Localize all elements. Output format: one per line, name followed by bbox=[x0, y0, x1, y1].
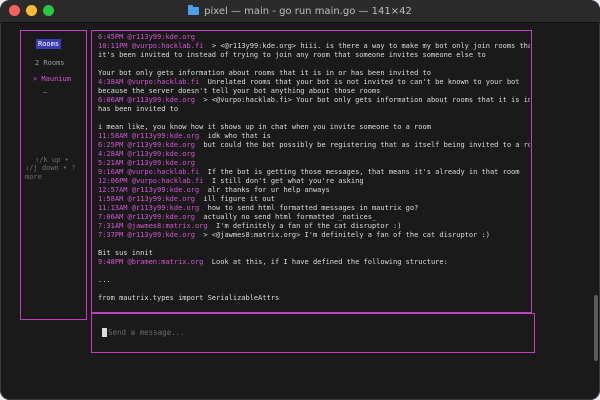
message-text: it's been invited to instead of trying t… bbox=[98, 51, 486, 59]
message-sender[interactable]: @vurpo:hacklab.fi bbox=[132, 177, 204, 185]
message-sender[interactable]: @r113y99:kde.org bbox=[128, 141, 195, 149]
message-timestamp: 9:16AM bbox=[98, 168, 124, 176]
message-timestamp: 12:06PM bbox=[98, 177, 128, 185]
window-title-area: pixel — main - go run main.go — 141×42 bbox=[0, 0, 600, 22]
message-line: 10:11PM @vurpo:hacklab.fi > <@r113y99:kd… bbox=[98, 42, 530, 51]
message-text: alr thanks for ur help anways bbox=[199, 186, 330, 194]
message-sender[interactable]: @r113y99:kde.org bbox=[132, 204, 199, 212]
room-sidebar: Rooms 2 Rooms > Maunium _ ↑/k up • ↓/j d… bbox=[20, 30, 87, 320]
message-line: Your bot only gets information about roo… bbox=[98, 69, 530, 78]
message-sender[interactable]: @r113y99:kde.org bbox=[132, 186, 199, 194]
message-timestamp: 9:48PM bbox=[98, 258, 124, 266]
message-sender[interactable]: @vurpo:hacklab.fi bbox=[128, 168, 200, 176]
message-timestamp: 7:31AM bbox=[98, 222, 124, 230]
text-cursor bbox=[102, 328, 107, 337]
message-input[interactable]: Send a message... bbox=[102, 328, 185, 337]
message-sender[interactable]: @bramen:matrix.org bbox=[128, 258, 204, 266]
message-timestamp: 12:57AM bbox=[98, 186, 128, 194]
message-line: 1:58AM @r113y99:kde.org ill figure it ou… bbox=[98, 195, 530, 204]
message-line: 7:06AM @r113y99:kde.org actually no send… bbox=[98, 213, 530, 222]
message-text: Unrelated rooms that your bot is not inv… bbox=[199, 78, 520, 86]
folder-icon bbox=[188, 5, 200, 15]
message-line: 9:16AM @vurpo:hacklab.fi If the bot is g… bbox=[98, 168, 530, 177]
message-text: idk who that is bbox=[199, 132, 271, 140]
message-line: 6:25PM @r113y99:kde.org but could the bo… bbox=[98, 141, 530, 150]
message-line: 4:38AM @vurpo:hacklab.fi Unrelated rooms… bbox=[98, 78, 530, 87]
message-line: from mautrix.types import SerializableAt… bbox=[98, 294, 530, 303]
message-sender[interactable]: @jawmes8:matrix.org bbox=[128, 222, 208, 230]
message-line: 12:06PM @vurpo:hacklab.fi I still don't … bbox=[98, 177, 530, 186]
message-sender[interactable]: @r113y99:kde.org bbox=[128, 33, 195, 41]
message-line: 11:58AM @r113y99:kde.org idk who that is bbox=[98, 132, 530, 141]
terminal-window: pixel — main - go run main.go — 141×42 R… bbox=[0, 0, 600, 400]
message-sender[interactable]: @r113y99:kde.org bbox=[132, 132, 199, 140]
message-timestamp: 10:11PM bbox=[98, 42, 128, 50]
message-timestamp: 1:58AM bbox=[98, 195, 124, 203]
message-text: I'm definitely a fan of the cat disrupto… bbox=[207, 222, 402, 230]
message-line: 12:57AM @r113y99:kde.org alr thanks for … bbox=[98, 186, 530, 195]
message-timestamp: 4:38AM bbox=[98, 78, 124, 86]
message-line: 11:13AM @r113y99:kde.org how to send htm… bbox=[98, 204, 530, 213]
message-line: ... bbox=[98, 276, 530, 285]
message-timestamp: 6:06AM bbox=[98, 96, 124, 104]
message-line: has been invited to bbox=[98, 105, 530, 114]
title-bar: pixel — main - go run main.go — 141×42 bbox=[0, 0, 600, 23]
message-placeholder: Send a message... bbox=[108, 328, 185, 337]
rooms-header: Rooms bbox=[36, 39, 62, 49]
message-text: If the bot is getting those messages, th… bbox=[199, 168, 520, 176]
room-count: 2 Rooms bbox=[35, 59, 65, 67]
message-line: 4:28AM @r113y99:kde.org bbox=[98, 150, 530, 159]
message-line: 5:21AM @r113y99:kde.org bbox=[98, 159, 530, 168]
message-timestamp: 4:28AM bbox=[98, 150, 124, 158]
message-text: > <@r113y99:kde.org> hiii. is there a wa… bbox=[203, 42, 530, 50]
message-timestamp: 7:06AM bbox=[98, 213, 124, 221]
message-text: ... bbox=[98, 276, 111, 284]
message-text: Bit sus innit bbox=[98, 249, 153, 257]
message-text: I still don't get what you're asking bbox=[203, 177, 364, 185]
message-timeline[interactable]: 6:45PM @r113y99:kde.org 10:11PM @vurpo:ha… bbox=[91, 30, 532, 313]
message-line: 7:31AM @jawmes8:matrix.org I'm definitel… bbox=[98, 222, 530, 231]
window-scrollbar[interactable] bbox=[594, 295, 598, 361]
message-timestamp: 6:25PM bbox=[98, 141, 124, 149]
message-sender[interactable]: @r113y99:kde.org bbox=[128, 96, 195, 104]
message-text: i mean like, you know how it shows up in… bbox=[98, 123, 431, 131]
message-line: 7:37PM @r113y99:kde.org > <@jawmes8:matr… bbox=[98, 231, 530, 240]
message-text: Look at this, if I have defined the foll… bbox=[203, 258, 448, 266]
room-item-maunium[interactable]: > Maunium bbox=[33, 75, 71, 83]
message-text: > <@jawmes8:matrix.org> I'm definitely a… bbox=[194, 231, 490, 239]
message-text: Your bot only gets information about roo… bbox=[98, 69, 431, 77]
message-timestamp: 11:13AM bbox=[98, 204, 128, 212]
message-sender[interactable]: @r113y99:kde.org bbox=[128, 213, 195, 221]
message-text: from mautrix.types import SerializableAt… bbox=[98, 294, 280, 302]
message-sender[interactable]: @vurpo:hacklab.fi bbox=[132, 42, 204, 50]
message-line: because the server doesn't tell your bot… bbox=[98, 87, 530, 96]
message-line: Bit sus innit bbox=[98, 249, 530, 258]
message-sender[interactable]: @r113y99:kde.org bbox=[128, 159, 195, 167]
message-timestamp: 6:45PM bbox=[98, 33, 124, 41]
message-line: i mean like, you know how it shows up in… bbox=[98, 123, 530, 132]
message-text: has been invited to bbox=[98, 105, 179, 113]
cursor-indicator: _ bbox=[43, 85, 48, 93]
message-timestamp: 5:21AM bbox=[98, 159, 124, 167]
message-text: actually no send html formatted _notices… bbox=[194, 213, 377, 221]
message-text: because the server doesn't tell your bot… bbox=[98, 87, 381, 95]
message-timestamp: 11:58AM bbox=[98, 132, 128, 140]
message-text: but could the bot possibly be registerin… bbox=[194, 141, 530, 149]
message-sender[interactable]: @r113y99:kde.org bbox=[128, 150, 195, 158]
message-text: > <@vurpo:hacklab.fi> Your bot only gets… bbox=[194, 96, 530, 104]
message-line: 6:06AM @r113y99:kde.org > <@vurpo:hackla… bbox=[98, 96, 530, 105]
message-text: how to send html formatted messages in m… bbox=[199, 204, 419, 212]
message-sender[interactable]: @vurpo:hacklab.fi bbox=[128, 78, 200, 86]
message-line: 6:45PM @r113y99:kde.org bbox=[98, 33, 530, 42]
message-line: 9:48PM @bramen:matrix.org Look at this, … bbox=[98, 258, 530, 267]
message-sender[interactable]: @r113y99:kde.org bbox=[128, 195, 195, 203]
message-sender[interactable]: @r113y99:kde.org bbox=[128, 231, 195, 239]
window-title: pixel — main - go run main.go — 141×42 bbox=[204, 5, 412, 17]
message-timestamp: 7:37PM bbox=[98, 231, 124, 239]
message-text: ill figure it out bbox=[194, 195, 276, 203]
message-composer[interactable]: Send a message... bbox=[91, 313, 535, 353]
key-hint-down: ↓/j down • ? more bbox=[25, 164, 76, 181]
message-line: it's been invited to instead of trying t… bbox=[98, 51, 530, 60]
